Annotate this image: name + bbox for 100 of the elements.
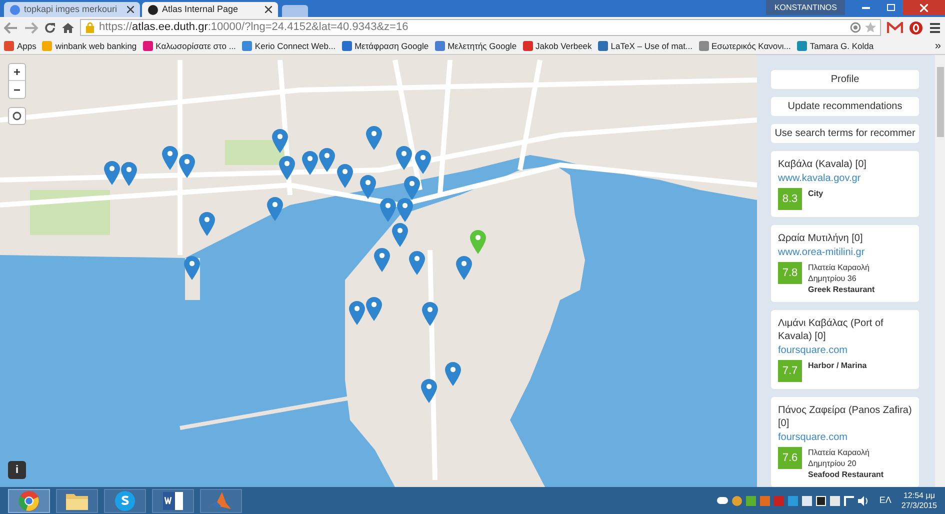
tab-favicon-icon	[10, 4, 20, 14]
map-marker-icon[interactable]	[199, 212, 215, 236]
tab-title: topkapi imges merkouri	[24, 2, 118, 16]
place-detail: Seafood Restaurant	[808, 469, 884, 480]
taskbar-button[interactable]	[56, 488, 98, 512]
sidebar-button[interactable]: Use search terms for recommer	[771, 124, 919, 143]
map-marker-icon[interactable]	[380, 198, 396, 222]
place-link[interactable]: foursquare.com	[778, 344, 912, 357]
target-icon[interactable]	[850, 22, 861, 33]
bookmark-link[interactable]: Jakob Verbeek	[536, 40, 592, 52]
map-marker-icon[interactable]	[366, 297, 382, 321]
reload-icon[interactable]	[44, 22, 56, 34]
bookmark-link[interactable]: Μελετητής Google	[448, 40, 517, 52]
place-name: Πάνος Ζαφείρα (Panos Zafira) [0]	[778, 404, 912, 430]
map-marker-icon[interactable]	[360, 175, 376, 199]
map-marker-icon[interactable]	[267, 197, 283, 221]
zoom-in-button[interactable]: +	[9, 64, 25, 81]
place-card[interactable]: Ωραία Μυτιλήνη [0] www.orea-mitilini.gr 7.8 Πλατεία Καραολή Δημητρίου 36 Greek Restaurant	[771, 225, 919, 302]
map-marker-icon[interactable]	[374, 248, 390, 272]
bookmark-link[interactable]: Apps	[17, 40, 36, 52]
browser-tab[interactable]: topkapi imges merkouri	[4, 2, 140, 17]
taskbar-button[interactable]	[104, 488, 146, 512]
scrollbar-thumb[interactable]	[936, 67, 944, 137]
place-link[interactable]: www.orea-mitilini.gr	[778, 246, 912, 259]
bookmark-link[interactable]: Tamara G. Kolda	[810, 40, 874, 52]
map-marker-icon[interactable]	[104, 161, 120, 185]
map-marker-icon[interactable]	[421, 379, 437, 403]
score-badge: 7.7	[778, 360, 802, 382]
map-marker-icon[interactable]	[121, 162, 137, 186]
peak-app-icon	[210, 490, 232, 512]
more-bookmarks-button[interactable]: »	[934, 38, 941, 54]
address-field[interactable]: https://atlas.ee.duth.gr:10000/?lng=24.4152&lat=40.9343&z=16	[80, 19, 881, 36]
taskbar-button[interactable]	[152, 488, 194, 512]
locate-button[interactable]	[8, 107, 26, 125]
bookmark-link[interactable]: Μετάφραση Google	[354, 40, 429, 52]
map-marker-icon[interactable]	[404, 176, 420, 200]
map-marker-icon[interactable]	[272, 129, 288, 153]
map-marker-icon[interactable]	[319, 148, 335, 172]
speaker-icon[interactable]	[858, 496, 870, 506]
close-window-icon[interactable]	[903, 0, 945, 15]
bookmark-link[interactable]: Καλωσορίσατε στο ...	[156, 40, 236, 52]
place-card[interactable]: Καβάλα (Kavala) [0] www.kavala.gov.gr 8.3 City	[771, 151, 919, 217]
tab-favicon-icon	[148, 4, 158, 14]
browser-tab[interactable]: Atlas Internal Page	[142, 2, 278, 17]
zoom-out-button[interactable]: −	[9, 81, 25, 98]
map-marker-icon[interactable]	[415, 150, 431, 174]
bookmark-link[interactable]: Kerio Connect Web...	[254, 40, 336, 52]
map-marker-icon[interactable]	[162, 146, 178, 170]
map-marker-icon[interactable]	[302, 151, 318, 175]
map-marker-icon[interactable]	[445, 362, 461, 386]
map-marker-icon[interactable]	[179, 154, 195, 178]
close-icon[interactable]	[265, 6, 272, 13]
score-badge: 7.6	[778, 447, 802, 469]
place-card[interactable]: Λιμάνι Καβάλας (Port of Kavala) [0] foursquare.com 7.7 Harbor / Marina	[771, 310, 919, 389]
map-marker-icon[interactable]	[397, 198, 413, 222]
map-marker-icon[interactable]	[470, 230, 486, 254]
tray-app-icon[interactable]	[816, 496, 826, 506]
browser-icon	[18, 490, 40, 512]
taskbar-button[interactable]	[8, 488, 50, 512]
place-detail: Πλατεία Καραολή	[808, 447, 870, 458]
stop-sign-icon[interactable]	[909, 20, 923, 34]
close-icon[interactable]	[127, 6, 134, 13]
place-detail: Πλατεία Καραολή	[808, 262, 870, 273]
language-indicator[interactable]: ΕΛ	[879, 494, 892, 508]
map-marker-icon[interactable]	[456, 256, 472, 280]
user-name[interactable]: KONSTANTINOS	[766, 0, 845, 15]
clock-time[interactable]: 12:54 μμ	[903, 490, 935, 500]
map-marker-icon[interactable]	[366, 126, 382, 150]
forward-icon[interactable]	[24, 22, 38, 34]
menu-icon[interactable]	[929, 22, 941, 34]
score-badge: 7.8	[778, 262, 802, 284]
bookmark-link[interactable]: Εσωτερικός Κανονι...	[712, 40, 791, 52]
map-marker-icon[interactable]	[279, 156, 295, 180]
document-app-icon	[162, 490, 184, 512]
back-icon[interactable]	[4, 22, 18, 34]
map-marker-icon[interactable]	[349, 301, 365, 325]
place-link[interactable]: foursquare.com	[778, 431, 912, 444]
map-marker-icon[interactable]	[422, 302, 438, 326]
bookmark-link[interactable]: LaTeX – Use of mat...	[610, 40, 693, 52]
sidebar-button[interactable]: Profile	[771, 70, 919, 89]
map-marker-icon[interactable]	[396, 146, 412, 170]
bookmark-link[interactable]: winbank web banking	[55, 40, 137, 52]
cloud-icon[interactable]	[717, 497, 728, 504]
place-detail: Harbor / Marina	[808, 360, 867, 371]
map-marker-icon[interactable]	[392, 223, 408, 247]
chat-app-icon	[114, 490, 136, 512]
map-marker-icon[interactable]	[184, 256, 200, 280]
map-marker-icon[interactable]	[337, 164, 353, 188]
info-button[interactable]: i	[8, 461, 26, 479]
place-detail: Greek Restaurant	[808, 284, 875, 295]
place-card[interactable]: Πάνος Ζαφείρα (Panos Zafira) [0] foursquare.com 7.6 Πλατεία Καραολή Δημητρίου 20 Seafood Restaurant	[771, 397, 919, 487]
place-name: Ωραία Μυτιλήνη [0]	[778, 232, 864, 245]
place-detail: City	[808, 188, 824, 199]
star-icon[interactable]	[865, 22, 876, 33]
mail-icon[interactable]	[887, 22, 903, 34]
map-marker-icon[interactable]	[409, 251, 425, 275]
home-icon[interactable]	[62, 22, 74, 34]
sidebar-button[interactable]: Update recommendations	[771, 97, 919, 116]
clock-date[interactable]: 27/3/2015	[901, 500, 937, 510]
place-link[interactable]: www.kavala.gov.gr	[778, 172, 912, 185]
